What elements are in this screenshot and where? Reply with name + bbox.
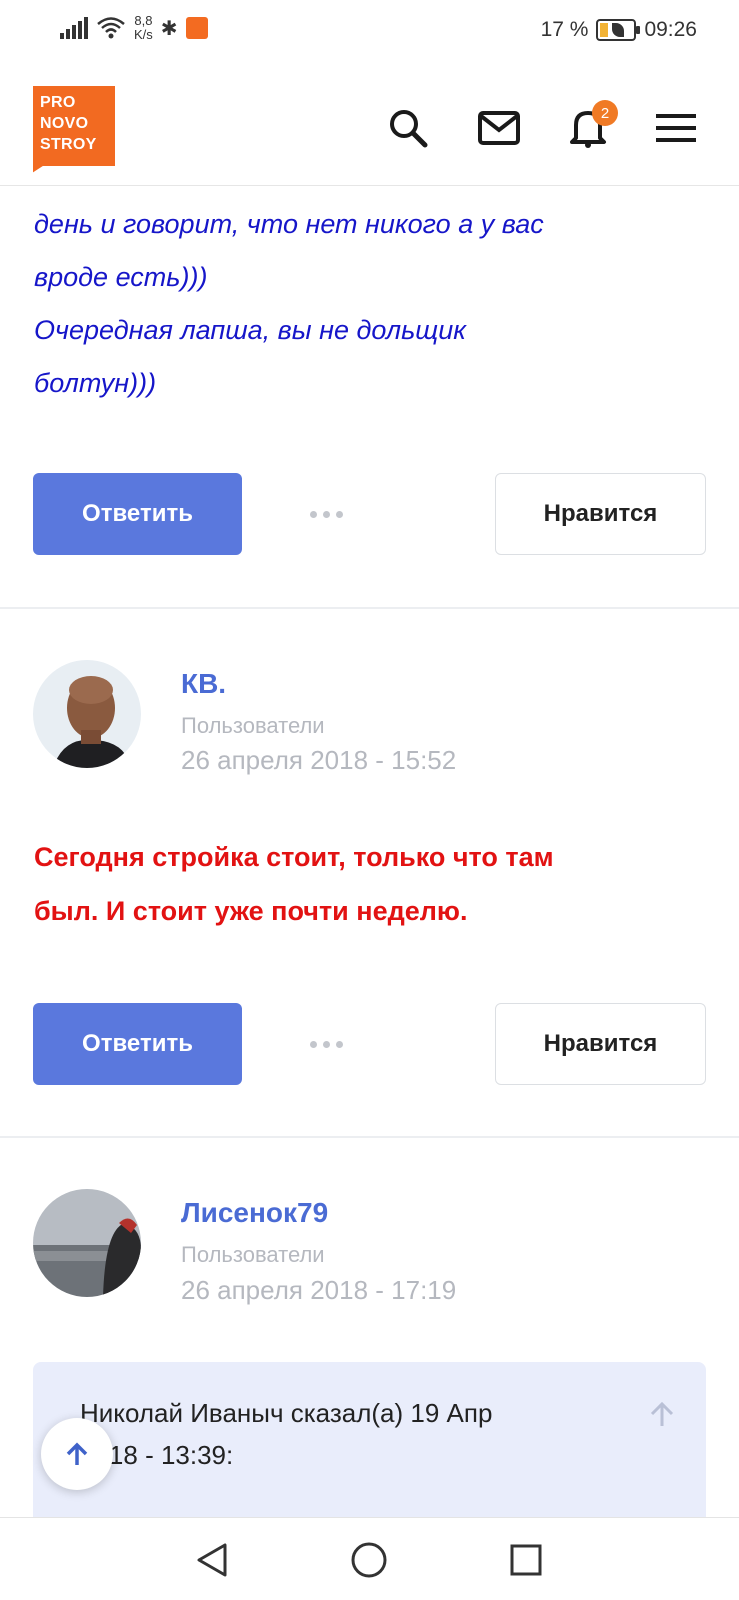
network-speed: 8,8 K/s: [134, 14, 153, 42]
signal-icon: [60, 17, 88, 39]
post-date: 26 апреля 2018 - 17:19: [181, 1275, 457, 1305]
network-speed-value: 8,8: [134, 13, 153, 28]
site-logo[interactable]: PRO NOVO STROY: [33, 86, 115, 173]
menu-button[interactable]: [654, 106, 698, 150]
post-1-line: день и говорит, что нет никого а у вас: [34, 209, 544, 239]
site-header: PRO NOVO STROY 2: [0, 64, 739, 186]
post-1-text: день и говорит, что нет никого а у вас в…: [34, 198, 684, 410]
post-date: 26 апреля 2018 - 15:52: [181, 745, 457, 775]
clock: 09:26: [644, 18, 697, 41]
post-2-text: Сегодня стройка стоит, только что там бы…: [34, 830, 694, 938]
post-divider: [0, 1136, 739, 1138]
arrow-up-icon: [66, 1442, 88, 1465]
avatar[interactable]: [33, 1189, 141, 1297]
status-bar: 8,8 K/s ✱ 17 % 09:26: [0, 0, 739, 64]
app-notification-icon: [185, 17, 208, 39]
network-speed-unit: K/s: [134, 27, 153, 42]
notifications-button[interactable]: 2: [566, 100, 618, 150]
bluetooth-icon: ✱: [160, 17, 178, 40]
author-group: Пользователи: [181, 1242, 325, 1267]
author-group: Пользователи: [181, 713, 325, 738]
search-button[interactable]: [386, 106, 430, 150]
scroll-to-top-button[interactable]: [41, 1418, 113, 1490]
hamburger-icon: [656, 114, 696, 142]
post-1-line: вроде есть))): [34, 262, 208, 292]
status-left: 8,8 K/s ✱: [60, 14, 208, 42]
author-name[interactable]: Лисенок79: [181, 1197, 328, 1229]
quote-header-line: Николай Иваныч сказал(а) 19 Апр: [80, 1398, 493, 1428]
back-triangle-icon: [197, 1543, 227, 1577]
logo-line-2: NOVO: [40, 115, 89, 132]
wifi-icon: [97, 17, 125, 39]
system-nav-bar: [0, 1517, 739, 1600]
mail-icon: [478, 111, 520, 145]
battery-icon: [596, 19, 641, 41]
post-1-line: Очередная лапша, вы не дольщик: [34, 315, 467, 345]
quote-header: Николай Иваныч сказал(а) 19 Апр 2018 - 1…: [80, 1392, 600, 1476]
avatar-photo: [33, 660, 141, 768]
more-options-icon[interactable]: [310, 504, 346, 524]
like-button[interactable]: Нравится: [495, 1003, 706, 1085]
search-icon: [390, 110, 428, 148]
like-button[interactable]: Нравится: [495, 473, 706, 555]
post-1-line: болтун))): [34, 368, 157, 398]
battery-percent: 17 %: [540, 18, 589, 41]
home-button[interactable]: [347, 1538, 391, 1582]
reply-button[interactable]: Ответить: [33, 1003, 242, 1085]
recents-button[interactable]: [504, 1538, 548, 1582]
messages-button[interactable]: [477, 106, 521, 150]
notifications-badge: 2: [592, 100, 618, 126]
avatar-photo: [33, 1189, 141, 1297]
avatar[interactable]: [33, 660, 141, 768]
home-circle-icon: [351, 1542, 387, 1578]
more-options-icon[interactable]: [310, 1034, 346, 1054]
author-name[interactable]: КВ.: [181, 668, 226, 700]
logo-line-3: STROY: [40, 136, 97, 153]
status-right: 17 % 09:26: [541, 18, 697, 42]
logo-line-1: PRO: [40, 94, 76, 111]
go-to-quote-icon[interactable]: [648, 1400, 676, 1428]
recents-square-icon: [510, 1544, 542, 1576]
quote-header-line: 2018 - 13:39:: [80, 1440, 234, 1470]
reply-button[interactable]: Ответить: [33, 473, 242, 555]
back-button[interactable]: [190, 1538, 234, 1582]
post-2-line: был. И стоит уже почти неделю.: [34, 896, 468, 926]
post-2-line: Сегодня стройка стоит, только что там: [34, 842, 554, 872]
post-divider: [0, 607, 739, 609]
